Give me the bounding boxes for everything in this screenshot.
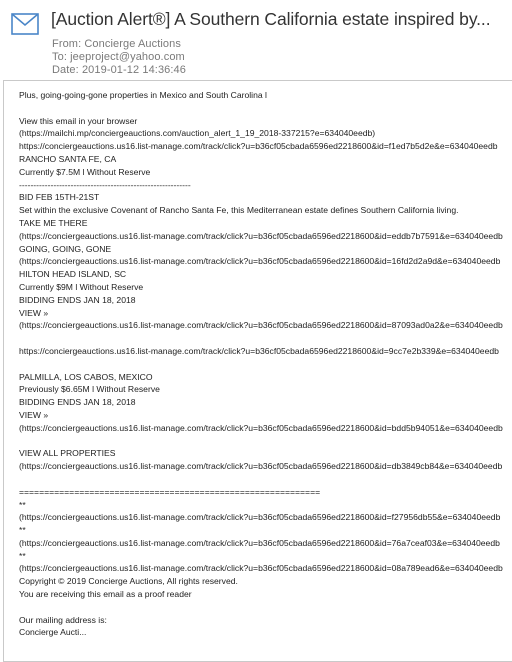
body-line: https://conciergeauctions.us16.list-mana… (19, 141, 498, 152)
body-line: PALMILLA, LOS CABOS, MEXICO (19, 371, 153, 382)
body-line: Set within the exclusive Covenant of Ran… (19, 205, 459, 216)
body-line: VIEW » (19, 409, 49, 420)
body-line: ----------------------------------------… (19, 179, 191, 190)
body-line: RANCHO SANTA FE, CA (19, 153, 117, 164)
body-line: TAKE ME THERE (19, 217, 88, 228)
body-line: Plus, going-going-gone properties in Mex… (19, 90, 267, 100)
body-line: Copyright © 2019 Concierge Auctions, All… (19, 576, 238, 587)
email-header: [Auction Alert®] A Southern California e… (0, 0, 512, 80)
body-line: You are receiving this email as a proof … (19, 589, 192, 600)
body-line: VIEW ALL PROPERTIES (19, 448, 116, 459)
body-line: ** (19, 499, 26, 510)
body-line: (https://conciergeauctions.us16.list-man… (19, 512, 501, 523)
body-line: HILTON HEAD ISLAND, SC (19, 269, 127, 280)
body-line: (https://conciergeauctions.us16.list-man… (19, 461, 503, 472)
body-line: (https://conciergeauctions.us16.list-man… (19, 537, 500, 548)
email-from: From: Concierge Auctions (52, 38, 181, 50)
body-line: (https://conciergeauctions.us16.list-man… (19, 422, 503, 433)
email-body: Plus, going-going-gone properties in Mex… (19, 89, 512, 639)
body-line: ** (19, 550, 26, 561)
body-line: (https://conciergeauctions.us16.list-man… (19, 563, 503, 574)
body-line: GOING, GOING, GONE (19, 243, 112, 254)
email-to: To: jeeproject@yahoo.com (52, 51, 185, 63)
email-subject: [Auction Alert®] A Southern California e… (51, 9, 491, 29)
body-line: (https://conciergeauctions.us16.list-man… (19, 320, 503, 331)
body-line: (https://mailchi.mp/conciergeauctions.co… (19, 128, 376, 139)
body-line: https://conciergeauctions.us16.list-mana… (19, 345, 499, 356)
body-line: Currently $7.5M l Without Reserve (19, 166, 151, 177)
body-line: VIEW » (19, 307, 49, 318)
body-line: BIDDING ENDS JAN 18, 2018 (19, 397, 136, 408)
body-line: (https://conciergeauctions.us16.list-man… (19, 230, 503, 241)
body-line: Currently $9M l Without Reserve (19, 281, 144, 292)
body-line: ** (19, 525, 26, 536)
body-line: BID FEB 15TH-21ST (19, 192, 100, 203)
envelope-icon (11, 13, 39, 35)
body-line: (https://conciergeauctions.us16.list-man… (19, 256, 501, 267)
body-line: ========================================… (19, 486, 321, 497)
body-line: View this email in your browser (19, 115, 138, 126)
body-line: Concierge Aucti... (19, 627, 87, 638)
email-date: Date: 2019-01-12 14:36:46 (52, 64, 186, 76)
body-line: Our mailing address is: (19, 614, 107, 625)
body-line: Previously $6.65M l Without Reserve (19, 384, 160, 395)
body-line: BIDDING ENDS JAN 18, 2018 (19, 294, 136, 305)
